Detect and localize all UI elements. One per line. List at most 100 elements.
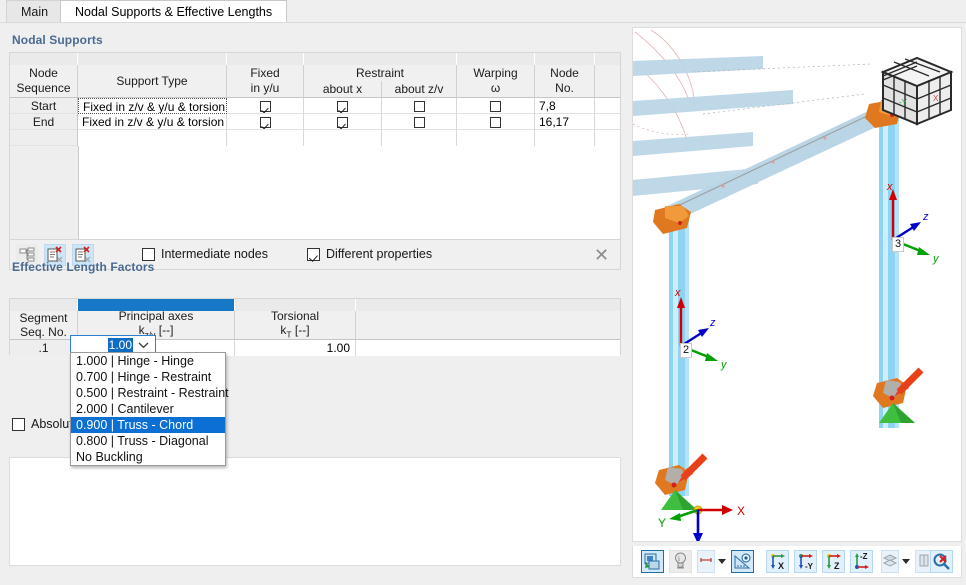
column-header-principal-axes-line1: Principal axes	[118, 308, 194, 323]
intermediate-nodes-checkbox[interactable]: Intermediate nodes	[142, 247, 268, 261]
column-header-elf-spare	[356, 311, 620, 340]
nodal-supports-dialog: Main Nodal Supports & Effective Lengths …	[0, 0, 966, 585]
left-pane: Nodal Supports Node Sequence Support Typ…	[0, 23, 630, 585]
dropdown-option[interactable]: 0.800 | Truss - Diagonal	[71, 433, 225, 449]
cell-restraint-about-zv[interactable]	[382, 98, 457, 114]
column-header-node-no: Node No.	[535, 65, 595, 98]
different-properties-box[interactable]	[307, 248, 320, 261]
cell-support-type[interactable]: Fixed in z/v & y/u & torsion	[78, 98, 227, 114]
axis-label-z-left: z	[709, 317, 716, 329]
model-3d-svg: -Y X x y z x y z X Y Z	[633, 28, 961, 541]
tab-main[interactable]: Main	[6, 0, 64, 22]
row-index-gutter	[10, 146, 79, 239]
model-3d-viewport[interactable]: -Y X x y z x y z X Y Z 3 2	[632, 27, 962, 542]
checkbox-fixed-yu[interactable]	[259, 101, 271, 112]
table-row-empty[interactable]	[10, 130, 620, 146]
cell-fixed-yu[interactable]	[227, 98, 304, 114]
lighting-icon: i	[675, 552, 686, 569]
cell-empty-node-no[interactable]	[535, 130, 595, 146]
checkbox-warping[interactable]	[490, 117, 501, 128]
reset-zoom-button[interactable]	[930, 550, 953, 573]
table-row[interactable]: End Fixed in z/v & y/u & torsion 16,17	[10, 114, 620, 130]
dropdown-option[interactable]: 2.000 | Cantilever	[71, 401, 225, 417]
caret-down-glyph	[718, 559, 726, 564]
navigation-cube: -Y X	[880, 56, 954, 126]
cell-node-no[interactable]: 7,8	[535, 98, 595, 114]
tab-nodal-supports-effective-lengths[interactable]: Nodal Supports & Effective Lengths	[60, 0, 288, 22]
hdr-seg-node-no	[535, 53, 595, 65]
cell-empty-restraint-zv[interactable]	[382, 130, 457, 146]
cell-node-no[interactable]: 16,17	[535, 114, 595, 130]
dimension-button[interactable]	[697, 550, 715, 573]
chevron-down-icon[interactable]	[134, 336, 152, 353]
view-negz-button[interactable]: -Z	[850, 550, 873, 573]
view-z-button[interactable]: Z	[822, 550, 845, 573]
view-negy-button[interactable]: -Y	[794, 550, 817, 573]
member-tag-2: 2	[680, 343, 693, 358]
checkbox-fixed-yu[interactable]	[259, 117, 271, 128]
cell-empty-warping[interactable]	[457, 130, 535, 146]
dropdown-option-selected[interactable]: 0.900 | Truss - Chord	[71, 417, 225, 433]
dimension-icon	[700, 558, 712, 562]
view-angle-icon	[734, 553, 751, 569]
render-mode-button[interactable]	[641, 550, 664, 573]
member-tag-3: 3	[892, 237, 905, 252]
absolute-checkbox-box[interactable]	[12, 418, 25, 431]
view-negz-icon: -Z	[855, 552, 869, 569]
cell-empty-restraint-x[interactable]	[304, 130, 382, 146]
dropdown-option[interactable]: 0.500 | Restraint - Restraint	[71, 385, 229, 401]
column-header-restraint-about-zv: about z/v	[382, 81, 457, 98]
hdr-seg-fixed	[227, 53, 304, 65]
cell-node-sequence[interactable]: End	[10, 114, 78, 130]
kzv-dropdown-list[interactable]: 1.000 | Hinge - Hinge 0.700 | Hinge - Re…	[70, 352, 229, 466]
checkbox-restraint-about-x[interactable]	[337, 101, 348, 112]
dropdown-option[interactable]: No Buckling	[71, 449, 225, 465]
cell-support-type[interactable]: Fixed in z/v & y/u & torsion	[78, 114, 227, 130]
axis-label-x-right: x	[886, 181, 893, 193]
cell-node-sequence[interactable]: Start	[10, 98, 78, 114]
checkbox-restraint-about-x[interactable]	[337, 117, 348, 128]
nav-cube-front-label: -Y	[899, 98, 908, 107]
cell-empty-fixed[interactable]	[227, 130, 304, 146]
column-header-segment-seq-no: Segment Seq. No.	[10, 311, 78, 340]
cell-restraint-about-x[interactable]	[304, 114, 382, 130]
layers-dropdown-caret[interactable]	[901, 555, 911, 565]
cell-spare[interactable]	[595, 98, 620, 114]
dimension-dropdown-caret[interactable]	[717, 555, 727, 565]
checkbox-restraint-about-zv[interactable]	[413, 101, 425, 112]
checkbox-restraint-about-zv[interactable]	[413, 117, 425, 128]
close-icon[interactable]: ✕	[591, 245, 612, 266]
kzv-combobox-value[interactable]: 1.00	[107, 338, 133, 352]
tab-strip: Main Nodal Supports & Effective Lengths	[0, 0, 966, 23]
intermediate-nodes-label: Intermediate nodes	[161, 247, 269, 261]
checkbox-warping[interactable]	[490, 101, 501, 112]
column-header-node-sequence-line1: Node	[29, 66, 58, 80]
cell-empty-spare[interactable]	[595, 130, 620, 146]
layers-button[interactable]	[881, 550, 899, 573]
cell-fixed-yu[interactable]	[227, 114, 304, 130]
column-header-support-type-label: Support Type	[116, 73, 188, 88]
dropdown-option[interactable]: 1.000 | Hinge - Hinge	[71, 353, 225, 369]
different-properties-checkbox[interactable]: Different properties	[307, 247, 432, 261]
column-header-fixed-line2: in y/u	[250, 81, 280, 95]
cell-empty-sequence[interactable]	[10, 130, 78, 146]
view-x-icon: X	[771, 554, 785, 571]
cell-warping[interactable]	[457, 114, 535, 130]
view-x-button[interactable]: X	[766, 550, 789, 573]
column-header-warping-line1: Warping	[473, 66, 518, 80]
cell-restraint-about-zv[interactable]	[382, 114, 457, 130]
view-angle-button[interactable]	[731, 550, 754, 573]
cell-spare[interactable]	[595, 114, 620, 130]
hdr-seg-sequence	[10, 53, 78, 65]
lighting-button[interactable]: i	[669, 550, 692, 573]
cell-kt[interactable]: 1.00	[235, 340, 356, 356]
table-row[interactable]: Start Fixed in z/v & y/u & torsion 7,8	[10, 98, 620, 114]
cell-empty-support-type[interactable]	[78, 130, 227, 146]
cell-segment-seq-no[interactable]: .1	[10, 340, 78, 356]
cell-elf-spare[interactable]	[356, 340, 620, 356]
dropdown-option[interactable]: 0.700 | Hinge - Restraint	[71, 369, 225, 385]
nodal-supports-title: Nodal Supports	[12, 33, 103, 47]
cell-restraint-about-x[interactable]	[304, 98, 382, 114]
cell-warping[interactable]	[457, 98, 535, 114]
nodal-supports-table[interactable]: Node Sequence Support Type Fixed in y/u …	[9, 52, 621, 240]
